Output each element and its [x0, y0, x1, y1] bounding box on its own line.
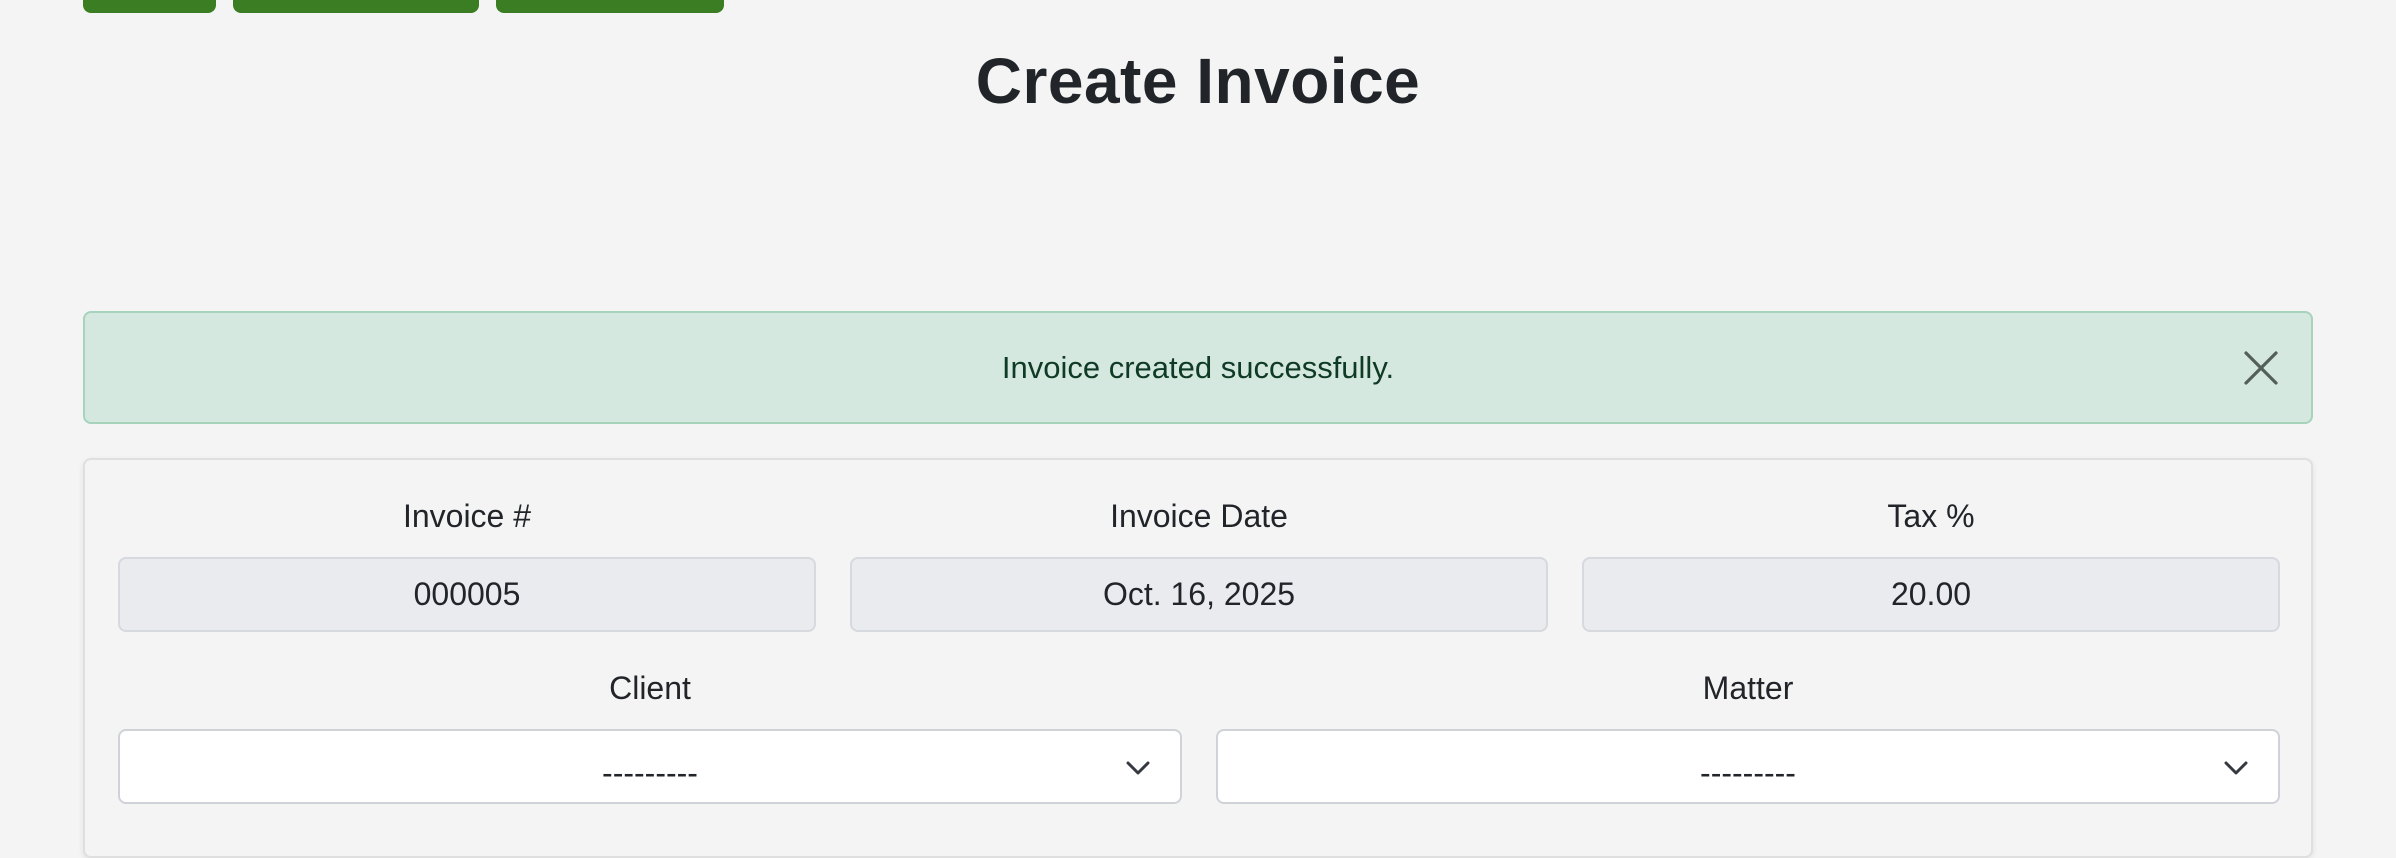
invoice-number-field: 000005 [118, 557, 816, 632]
invoice-date-field: Oct. 16, 2025 [850, 557, 1548, 632]
tax-percent-field: 20.00 [1582, 557, 2280, 632]
invoice-date-label: Invoice Date [1110, 498, 1288, 534]
matter-select[interactable]: --------- [1216, 729, 2280, 804]
nav-button-1[interactable] [83, 0, 216, 13]
success-alert: Invoice created successfully. [83, 311, 2313, 424]
client-label: Client [609, 670, 691, 706]
invoice-number-label: Invoice # [402, 498, 532, 534]
invoice-form-card: Invoice # Invoice Date Tax % 000005 Oct.… [83, 458, 2313, 858]
top-button-bar [83, 0, 724, 13]
page-title: Create Invoice [975, 45, 1421, 117]
close-icon[interactable] [2241, 348, 2281, 388]
client-select[interactable]: --------- [118, 729, 1182, 804]
nav-button-3[interactable] [496, 0, 724, 13]
chevron-down-icon [1124, 753, 1152, 781]
matter-label: Matter [1702, 670, 1794, 706]
client-select-value: --------- [602, 755, 698, 791]
chevron-down-icon [2222, 753, 2250, 781]
matter-select-value: --------- [1700, 755, 1796, 791]
nav-button-2[interactable] [233, 0, 479, 13]
alert-message: Invoice created successfully. [1001, 349, 1395, 385]
tax-percent-label: Tax % [1887, 498, 1975, 534]
